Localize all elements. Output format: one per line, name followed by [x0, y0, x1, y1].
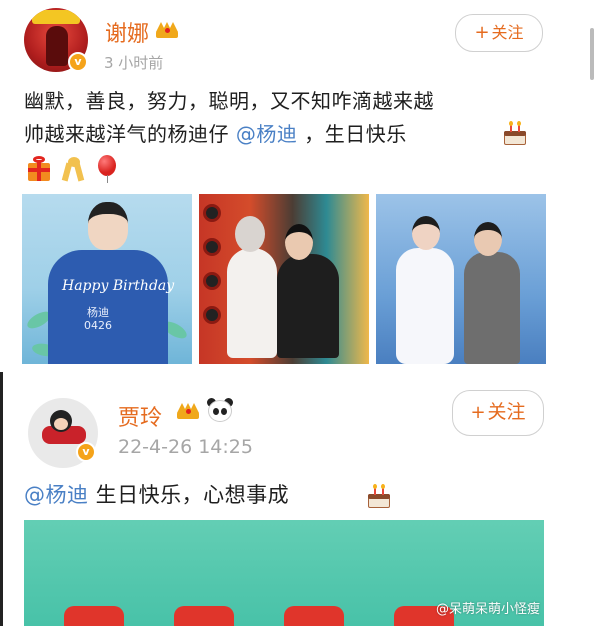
- person-figure: [396, 248, 454, 364]
- follow-label: 关注: [487, 401, 526, 423]
- person-head: [412, 216, 440, 250]
- gift-icon: [26, 155, 52, 181]
- follow-button[interactable]: + 关注: [455, 14, 543, 52]
- birthday-cake-icon: [502, 121, 528, 147]
- illustrated-head: [88, 202, 128, 250]
- post-image-3[interactable]: [376, 194, 546, 364]
- post-text: @杨迪 生日快乐，心想事成: [24, 478, 289, 512]
- scrollbar[interactable]: [590, 28, 594, 80]
- post-timestamp: 3 小时前: [104, 54, 164, 72]
- post-text-line-2: 帅越来越洋气的杨迪仔 @杨迪 ，生日快乐: [24, 117, 407, 151]
- person-head: [474, 222, 502, 256]
- person-head: [235, 216, 265, 252]
- person-figure: [227, 248, 277, 358]
- plus-icon: +: [470, 402, 486, 423]
- post-text-segment: 生日快乐，心想事成: [88, 483, 290, 507]
- verified-badge-icon: v: [76, 442, 96, 462]
- avatar-decoration: [32, 10, 80, 24]
- person-figure: [277, 254, 339, 358]
- post-image-1[interactable]: Happy Birthday 杨迪 0426: [22, 194, 192, 364]
- weibo-post-xie-na: v 谢娜 3 小时前 + 关注 幽默，善良，努力，聪明，又不知咋滴越来越 帅越来越…: [0, 0, 600, 372]
- ribbon-icon: [60, 155, 86, 182]
- avatar-figure: [46, 26, 68, 66]
- post-timestamp: 22-4-26 14:25: [118, 436, 253, 458]
- author-name[interactable]: 贾玲: [118, 400, 162, 432]
- post-image-2[interactable]: [199, 194, 369, 364]
- person-figure: [464, 252, 520, 364]
- image-caption: Happy Birthday: [62, 278, 175, 294]
- balloon-icon: [94, 155, 120, 183]
- image-signature: 杨迪 0426: [84, 306, 112, 332]
- person-head: [285, 224, 313, 260]
- follow-button[interactable]: + 关注: [452, 390, 544, 436]
- mention-link[interactable]: @杨迪: [236, 122, 298, 146]
- author-name[interactable]: 谢娜: [105, 16, 149, 48]
- post-text-line-1: 幽默，善良，努力，聪明，又不知咋滴越来越: [24, 89, 434, 113]
- verified-badge-icon: v: [68, 52, 88, 72]
- birthday-cake-icon: [366, 484, 392, 510]
- panda-icon: [206, 396, 234, 424]
- follow-label: 关注: [491, 23, 524, 42]
- post-text-segment: ，生日快乐: [297, 122, 407, 146]
- crown-icon: [156, 20, 178, 38]
- post-text-segment: 帅越来越洋气的杨迪仔: [24, 122, 236, 146]
- crown-icon: [177, 401, 199, 419]
- plus-icon: +: [474, 22, 490, 43]
- mention-link[interactable]: @杨迪: [24, 483, 89, 507]
- watermark: @呆萌呆萌小怪瘦: [436, 602, 541, 617]
